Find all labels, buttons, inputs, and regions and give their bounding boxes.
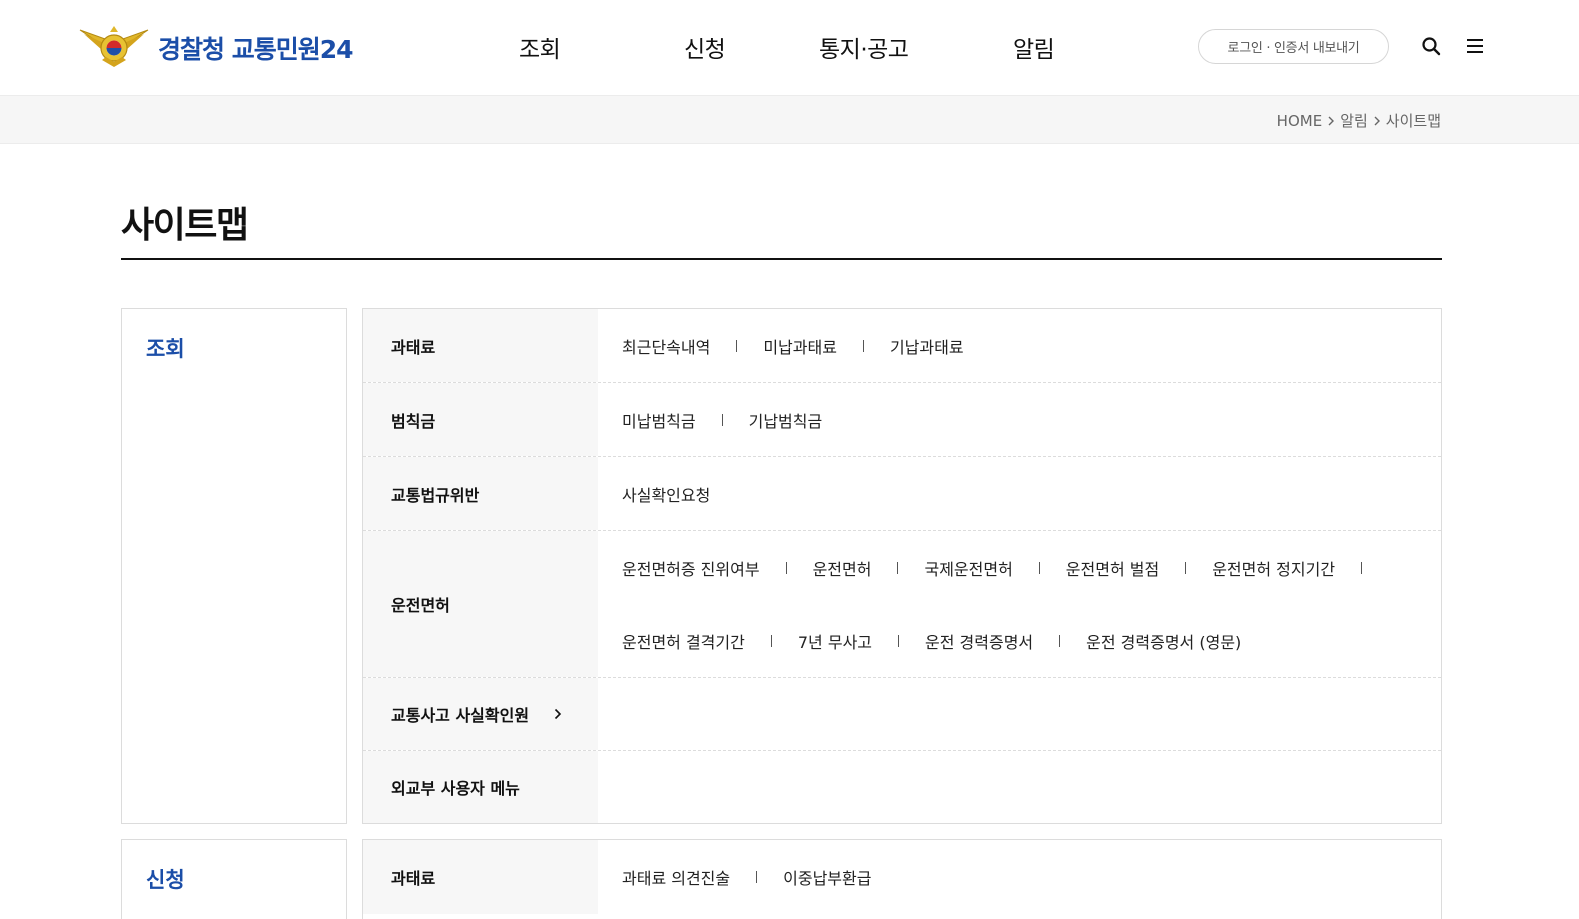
row-label-driver-license: 운전면허 <box>363 531 598 677</box>
login-button[interactable]: 로그인 · 인증서 내보내기 <box>1198 29 1389 64</box>
row-links: 최근단속내역 미납과태료 기납과태료 <box>598 309 1441 382</box>
table-row: 범칙금 미납범칙금 기납범칙금 <box>363 383 1441 457</box>
link-unpaid-fine[interactable]: 미납과태료 <box>763 334 837 358</box>
link-license-authenticity[interactable]: 운전면허증 진위여부 <box>622 556 760 580</box>
breadcrumb-home[interactable]: HOME <box>1277 112 1323 130</box>
nav-item-notice[interactable]: 통지·공고 <box>819 30 909 64</box>
link-license-suspension[interactable]: 운전면허 정지기간 <box>1212 556 1335 580</box>
row-links <box>598 751 1441 823</box>
chevron-right-icon <box>554 708 562 720</box>
breadcrumb-sitemap[interactable]: 사이트맵 <box>1386 110 1441 131</box>
section-apply: 신청 <box>121 839 347 919</box>
sitemap-table-lookup: 과태료 최근단속내역 미납과태료 기납과태료 범칙금 미납범칙금 기납범칙금 교… <box>362 308 1442 824</box>
link-seven-year-no-accident[interactable]: 7년 무사고 <box>798 629 872 653</box>
table-row: 외교부 사용자 메뉴 <box>363 751 1441 823</box>
row-label-traffic-violation: 교통법규위반 <box>363 457 598 530</box>
page-title: 사이트맵 <box>121 205 249 246</box>
link-unpaid-penalty[interactable]: 미납범칙금 <box>622 408 696 432</box>
link-line: 과태료 의견진술 이중납부환급 <box>622 865 871 889</box>
table-row: 교통법규위반 사실확인요청 <box>363 457 1441 531</box>
police-emblem-icon <box>79 26 149 67</box>
breadcrumb-info[interactable]: 알림 <box>1340 110 1368 131</box>
title-divider <box>121 258 1442 260</box>
divider <box>1038 562 1040 574</box>
link-fine-opinion[interactable]: 과태료 의견진술 <box>622 865 730 889</box>
link-driving-record-cert[interactable]: 운전 경력증명서 <box>925 629 1033 653</box>
divider <box>862 340 864 352</box>
divider <box>1059 635 1061 647</box>
row-label-fine: 과태료 <box>363 309 598 382</box>
divider <box>898 635 900 647</box>
link-license-points[interactable]: 운전면허 벌점 <box>1066 556 1159 580</box>
logo-text: 경찰청 교통민원24 <box>158 35 353 64</box>
search-icon[interactable] <box>1421 36 1441 56</box>
divider <box>1185 562 1187 574</box>
row-links: 과태료 의견진술 이중납부환급 <box>598 840 1441 914</box>
nav-item-lookup[interactable]: 조회 <box>519 30 561 64</box>
divider <box>897 562 899 574</box>
divider <box>785 562 787 574</box>
link-international-license[interactable]: 국제운전면허 <box>924 556 1012 580</box>
link-fact-check-request[interactable]: 사실확인요청 <box>622 482 710 506</box>
row-links: 사실확인요청 <box>598 457 1441 530</box>
section-lookup: 조회 <box>121 308 347 824</box>
hamburger-menu-icon[interactable] <box>1465 37 1485 55</box>
link-line: 운전면허 결격기간 7년 무사고 운전 경력증명서 운전 경력증명서 (영문) <box>622 629 1241 653</box>
divider <box>721 414 723 426</box>
row-label-penalty: 범칙금 <box>363 383 598 456</box>
divider <box>770 635 772 647</box>
link-driving-record-cert-en[interactable]: 운전 경력증명서 (영문) <box>1086 629 1241 653</box>
link-line: 운전면허증 진위여부 운전면허 국제운전면허 운전면허 벌점 운전면허 정지기간 <box>622 556 1388 580</box>
row-label-text: 교통사고 사실확인원 <box>391 706 530 725</box>
link-driver-license[interactable]: 운전면허 <box>813 556 872 580</box>
section-title-lookup[interactable]: 조회 <box>146 333 185 363</box>
table-row: 과태료 과태료 의견진술 이중납부환급 <box>363 840 1441 914</box>
location-bar: HOME 알림 사이트맵 <box>0 96 1579 144</box>
table-row: 교통사고 사실확인원 <box>363 678 1441 751</box>
divider <box>756 871 758 883</box>
link-license-disqualification[interactable]: 운전면허 결격기간 <box>622 629 745 653</box>
nav-item-info[interactable]: 알림 <box>1013 30 1055 64</box>
chevron-right-icon <box>1374 116 1380 125</box>
row-label-fine: 과태료 <box>363 840 598 914</box>
link-double-payment-refund[interactable]: 이중납부환급 <box>783 865 871 889</box>
row-links: 미납범칙금 기납범칙금 <box>598 383 1441 456</box>
row-links <box>598 678 1441 750</box>
table-row: 운전면허 운전면허증 진위여부 운전면허 국제운전면허 운전면허 벌점 운전면허… <box>363 531 1441 678</box>
divider <box>736 340 738 352</box>
link-paid-fine[interactable]: 기납과태료 <box>890 334 964 358</box>
link-line: 미납범칙금 기납범칙금 <box>622 408 822 432</box>
row-links: 운전면허증 진위여부 운전면허 국제운전면허 운전면허 벌점 운전면허 정지기간… <box>598 531 1441 677</box>
divider <box>1361 562 1363 574</box>
table-row: 과태료 최근단속내역 미납과태료 기납과태료 <box>363 309 1441 383</box>
chevron-right-icon <box>1328 116 1335 125</box>
site-header: 경찰청 교통민원24 조회 신청 통지·공고 알림 로그인 · 인증서 내보내기 <box>0 0 1579 96</box>
link-recent-enforcement[interactable]: 최근단속내역 <box>622 334 710 358</box>
sitemap-table-apply: 과태료 과태료 의견진술 이중납부환급 <box>362 839 1442 919</box>
row-label-accident-certificate[interactable]: 교통사고 사실확인원 <box>363 678 598 750</box>
site-logo[interactable]: 경찰청 교통민원24 <box>78 24 353 68</box>
section-title-apply[interactable]: 신청 <box>146 864 185 894</box>
breadcrumb: HOME 알림 사이트맵 <box>1277 110 1441 131</box>
link-line: 최근단속내역 미납과태료 기납과태료 <box>622 334 964 358</box>
link-paid-penalty[interactable]: 기납범칙금 <box>749 408 823 432</box>
link-line: 사실확인요청 <box>622 482 710 506</box>
nav-item-apply[interactable]: 신청 <box>684 30 726 64</box>
row-label-mofa-menu: 외교부 사용자 메뉴 <box>363 751 598 823</box>
